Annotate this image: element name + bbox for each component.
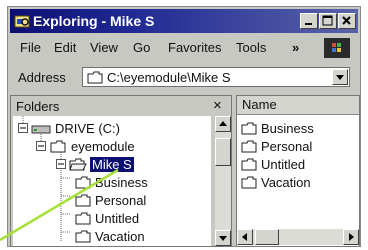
callout-pointer-line [0, 168, 119, 242]
